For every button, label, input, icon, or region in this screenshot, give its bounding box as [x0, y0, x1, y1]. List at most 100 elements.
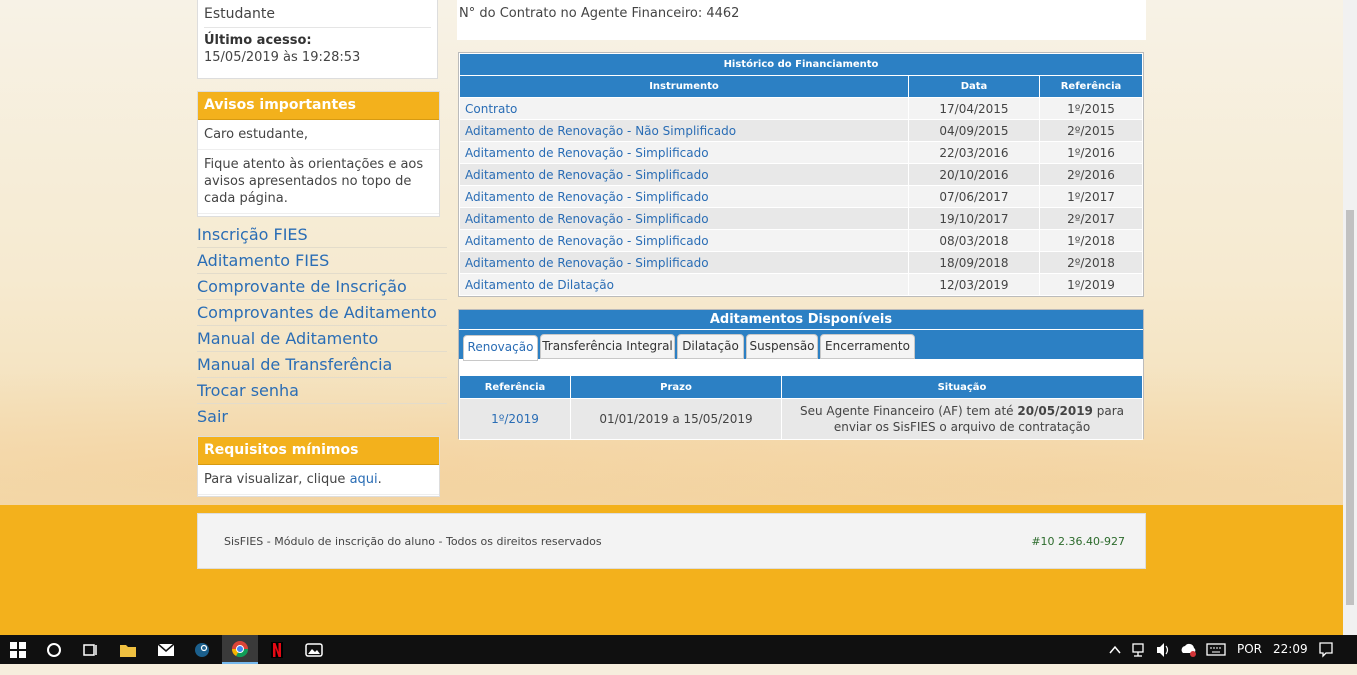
referencia-cell: 1º/2017 — [1039, 185, 1143, 208]
referencia-cell: 1º/2018 — [1039, 229, 1143, 252]
referencia-cell: 2º/2017 — [1039, 207, 1143, 230]
chrome-icon[interactable] — [222, 635, 258, 664]
sidebar-nav: Inscrição FIES Aditamento FIES Comprovan… — [197, 222, 447, 430]
clock[interactable]: 22:09 — [1273, 635, 1308, 664]
table-row: Aditamento de Renovação - Simplificado 18… — [459, 251, 1143, 274]
table-row: Aditamento de Renovação - Simplificado 20… — [459, 163, 1143, 186]
nav-link[interactable]: Manual de Transferência — [197, 352, 447, 378]
nav-item-manual-aditamento[interactable]: Manual de Aditamento — [197, 326, 447, 352]
cortana-icon[interactable] — [36, 635, 72, 664]
last-access-label: Último acesso: — [204, 33, 312, 48]
nav-item-comprovante-inscricao[interactable]: Comprovante de Inscrição — [197, 274, 447, 300]
netflix-icon[interactable] — [259, 635, 295, 664]
table-row: 1º/2019 01/01/2019 a 15/05/2019 Seu Agen… — [459, 398, 1143, 440]
profile-role: Estudante — [204, 6, 275, 22]
prazo-cell: 01/01/2019 a 15/05/2019 — [570, 398, 782, 440]
steam-icon[interactable] — [184, 635, 220, 664]
instrumento-link[interactable]: Aditamento de Renovação - Simplificado — [459, 207, 909, 230]
network-icon[interactable] — [1132, 635, 1148, 664]
instrumento-link[interactable]: Aditamento de Renovação - Simplificado — [459, 229, 909, 252]
tab-transferencia-integral[interactable]: Transferência Integral — [540, 334, 675, 359]
table-row: Aditamento de Renovação - Não Simplifica… — [459, 119, 1143, 142]
onedrive-icon[interactable] — [1180, 635, 1198, 664]
nav-link[interactable]: Aditamento FIES — [197, 248, 447, 274]
table-row: Aditamento de Renovação - Simplificado 22… — [459, 141, 1143, 164]
nav-link[interactable]: Inscrição FIES — [197, 222, 447, 248]
nav-item-aditamento[interactable]: Aditamento FIES — [197, 248, 447, 274]
tab-suspensao[interactable]: Suspensão — [746, 334, 818, 359]
table-row: Aditamento de Renovação - Simplificado 19… — [459, 207, 1143, 230]
keyboard-icon[interactable] — [1206, 635, 1226, 664]
nav-link[interactable]: Manual de Aditamento — [197, 326, 447, 352]
nav-link[interactable]: Trocar senha — [197, 378, 447, 404]
profile-box: Estudante Último acesso: 15/05/2019 às 1… — [197, 0, 438, 79]
data-cell: 04/09/2015 — [908, 119, 1040, 142]
nav-item-sair[interactable]: Sair — [197, 404, 447, 430]
referencia-cell: 1º/2016 — [1039, 141, 1143, 164]
instrumento-link[interactable]: Aditamento de Renovação - Simplificado — [459, 141, 909, 164]
tab-dilatacao[interactable]: Dilatação — [677, 334, 744, 359]
nav-item-manual-transferencia[interactable]: Manual de Transferência — [197, 352, 447, 378]
col-referencia: Referência — [1039, 75, 1143, 98]
aditamentos-panel: Aditamentos Disponíveis Renovação Transf… — [458, 309, 1144, 440]
volume-icon[interactable] — [1156, 635, 1172, 664]
requisitos-text: Para visualizar, clique aqui. — [198, 465, 439, 495]
instrumento-link[interactable]: Contrato — [459, 97, 909, 120]
requisitos-title: Requisitos mínimos — [198, 437, 439, 465]
chevron-up-icon[interactable] — [1109, 635, 1121, 664]
nav-link[interactable]: Comprovante de Inscrição — [197, 274, 447, 300]
data-cell: 19/10/2017 — [908, 207, 1040, 230]
data-cell: 17/04/2015 — [908, 97, 1040, 120]
aditamentos-table: Referência Prazo Situação 1º/2019 01/01/… — [459, 375, 1143, 440]
historico-title: Histórico do Financiamento — [459, 53, 1143, 76]
scrollbar[interactable] — [1343, 0, 1357, 635]
table-row: Aditamento de Dilatação 12/03/2019 1º/2019 — [459, 273, 1143, 296]
instrumento-link[interactable]: Aditamento de Dilatação — [459, 273, 909, 296]
nav-link[interactable]: Sair — [197, 404, 447, 430]
footer-version: #10 2.36.40-927 — [1031, 535, 1125, 548]
col-instrumento: Instrumento — [459, 75, 909, 98]
col-referencia: Referência — [459, 375, 571, 399]
referencia-cell: 2º/2016 — [1039, 163, 1143, 186]
file-explorer-icon[interactable] — [110, 635, 146, 664]
referencia-cell: 1º/2019 — [1039, 273, 1143, 296]
data-cell: 07/06/2017 — [908, 185, 1040, 208]
instrumento-link[interactable]: Aditamento de Renovação - Não Simplifica… — [459, 119, 909, 142]
table-row: Aditamento de Renovação - Simplificado 07… — [459, 185, 1143, 208]
instrumento-link[interactable]: Aditamento de Renovação - Simplificado — [459, 163, 909, 186]
photos-icon[interactable] — [296, 635, 332, 664]
referencia-cell: 2º/2018 — [1039, 251, 1143, 274]
referencia-cell: 1º/2015 — [1039, 97, 1143, 120]
table-row: Aditamento de Renovação - Simplificado 08… — [459, 229, 1143, 252]
scroll-thumb[interactable] — [1346, 210, 1354, 605]
historico-table: Histórico do Financiamento Instrumento D… — [458, 52, 1144, 297]
language-indicator[interactable]: POR — [1237, 635, 1262, 664]
nav-link[interactable]: Comprovantes de Aditamento — [197, 300, 447, 326]
mail-icon[interactable] — [148, 635, 184, 664]
instrumento-link[interactable]: Aditamento de Renovação - Simplificado — [459, 185, 909, 208]
action-center-icon[interactable] — [1318, 635, 1334, 664]
instrumento-link[interactable]: Aditamento de Renovação - Simplificado — [459, 251, 909, 274]
data-cell: 08/03/2018 — [908, 229, 1040, 252]
aditamentos-title: Aditamentos Disponíveis — [459, 310, 1143, 329]
referencia-cell[interactable]: 1º/2019 — [459, 398, 571, 440]
data-cell: 18/09/2018 — [908, 251, 1040, 274]
taskbar: POR 22:09 — [0, 635, 1357, 664]
referencia-link[interactable]: 1º/2019 — [491, 412, 539, 426]
avisos-message: Fique atento às orientações e aos avisos… — [198, 150, 439, 214]
nav-item-comprovantes-aditamento[interactable]: Comprovantes de Aditamento — [197, 300, 447, 326]
nav-item-trocar-senha[interactable]: Trocar senha — [197, 378, 447, 404]
data-cell: 12/03/2019 — [908, 273, 1040, 296]
col-prazo: Prazo — [570, 375, 782, 399]
windows-start-icon[interactable] — [0, 635, 36, 664]
avisos-panel: Avisos importantes Caro estudante, Fique… — [197, 91, 440, 217]
tab-encerramento[interactable]: Encerramento — [820, 334, 915, 359]
task-view-icon[interactable] — [72, 635, 108, 664]
nav-item-inscricao[interactable]: Inscrição FIES — [197, 222, 447, 248]
footer-copyright: SisFIES - Módulo de inscrição do aluno -… — [224, 535, 602, 548]
footer: SisFIES - Módulo de inscrição do aluno -… — [197, 513, 1146, 569]
col-data: Data — [908, 75, 1040, 98]
requisitos-link[interactable]: aqui — [350, 472, 378, 487]
tab-renovacao[interactable]: Renovação — [463, 335, 538, 361]
situacao-cell: Seu Agente Financeiro (AF) tem até 20/05… — [781, 398, 1143, 440]
